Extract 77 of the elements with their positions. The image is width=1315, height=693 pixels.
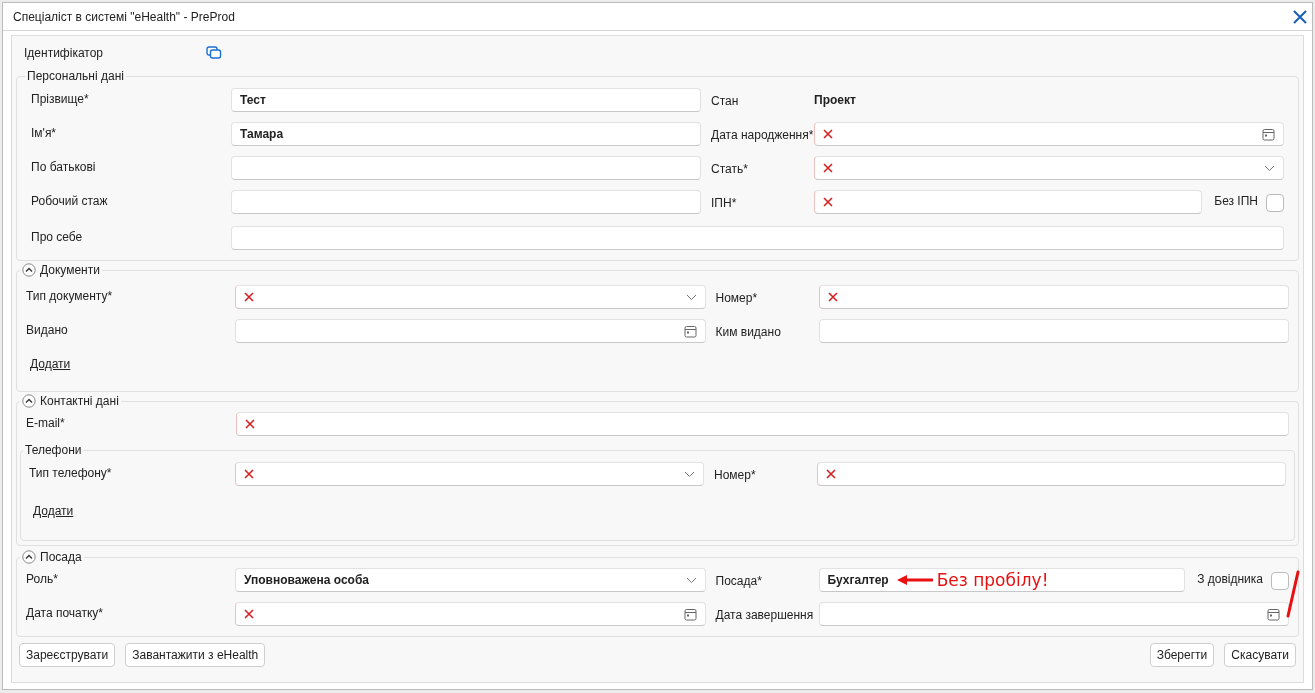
action-button[interactable]: Завантажити з eHealth [125, 643, 266, 667]
field-value: Тест [240, 92, 266, 109]
input-field[interactable] [817, 462, 1286, 486]
input-field[interactable]: Бухгалтер Без пробілу! [818, 568, 1186, 592]
date-field[interactable] [818, 602, 1289, 626]
field-label: Номер* [715, 290, 758, 307]
field-label: E-mail* [26, 415, 66, 432]
calendar-icon[interactable] [1262, 127, 1275, 141]
field-label: Дата народження* [711, 127, 814, 144]
field-label: Стать* [711, 161, 748, 178]
action-button[interactable]: Зареєструвати [19, 643, 116, 667]
field-label: Посада* [715, 573, 762, 590]
input-field[interactable] [818, 319, 1289, 343]
field-label: Роль* [26, 571, 59, 588]
input-field[interactable] [231, 226, 1284, 250]
collapse-icon[interactable] [22, 550, 36, 564]
input-field[interactable]: Тест [231, 88, 701, 112]
checkbox[interactable] [1266, 194, 1284, 212]
section-title: Персональні дані [27, 70, 124, 82]
annotation-text: Без пробілу! [936, 571, 1049, 589]
chevron-down-icon[interactable] [1264, 164, 1275, 172]
section-title: Телефони [25, 444, 82, 456]
field-label: По батькові [31, 159, 97, 176]
copy-icon[interactable] [206, 46, 222, 60]
input-field[interactable] [231, 156, 701, 180]
input-field[interactable] [814, 190, 1203, 214]
dropdown-field[interactable] [814, 156, 1284, 180]
dropdown-field[interactable]: Уповноважена особа [235, 568, 706, 592]
dropdown-field[interactable] [235, 462, 704, 486]
field-label: Ким видано [715, 324, 781, 341]
field-value: Тамара [240, 126, 284, 143]
input-field[interactable] [231, 190, 701, 214]
date-field[interactable] [235, 602, 706, 626]
field-label: Ім'я* [31, 125, 58, 142]
calendar-icon[interactable] [1267, 607, 1280, 621]
input-field[interactable] [818, 285, 1289, 309]
collapse-icon[interactable] [22, 394, 36, 408]
checkbox[interactable] [1271, 572, 1289, 590]
input-field[interactable] [236, 412, 1289, 436]
section-title: Документи [40, 264, 100, 276]
calendar-icon[interactable] [683, 324, 697, 338]
field-value: Уповноважена особа [244, 572, 369, 589]
action-button[interactable]: Скасувати [1224, 643, 1296, 667]
field-label: ІПН* [711, 195, 737, 212]
field-label: Робочий стаж [31, 193, 109, 210]
field-value: Бухгалтер [827, 572, 889, 589]
field-label: Прізвище* [31, 91, 90, 108]
field-label: Ідентифікатор [24, 45, 103, 62]
chevron-down-icon[interactable] [684, 470, 695, 478]
section-title: Посада [40, 551, 82, 563]
close-icon[interactable] [1292, 8, 1308, 25]
chevron-down-icon[interactable] [685, 293, 697, 301]
field-label: Видано [26, 322, 69, 339]
annotation-arrow-icon [896, 575, 933, 585]
chevron-down-icon[interactable] [685, 576, 697, 584]
add-link[interactable]: Додати [33, 502, 74, 520]
section-title: Контактні дані [40, 395, 119, 407]
date-field[interactable] [235, 319, 706, 343]
field-label: Тип документу* [26, 288, 114, 305]
calendar-icon[interactable] [683, 607, 697, 621]
dropdown-field[interactable] [235, 285, 706, 309]
checkbox-label: З довідника [1197, 571, 1263, 588]
checkbox-label: Без ІПН [1214, 193, 1258, 210]
field-label: Про себе [31, 229, 84, 246]
collapse-icon[interactable] [22, 263, 36, 277]
field-label: Тип телефону* [29, 465, 113, 482]
add-link[interactable]: Додати [30, 355, 71, 373]
field-label: Номер* [714, 467, 756, 484]
window-title: Спеціаліст в системі "eHealth" - PreProd [13, 8, 235, 26]
date-field[interactable] [814, 122, 1284, 146]
field-label: Стан [711, 93, 739, 110]
annotation-slash-icon [1286, 570, 1300, 618]
field-label: Дата початку* [26, 605, 105, 622]
input-field[interactable]: Тамара [231, 122, 701, 146]
action-button[interactable]: Зберегти [1149, 643, 1215, 667]
field-label: Дата завершення [715, 607, 814, 624]
status-value: Проект [814, 92, 857, 109]
